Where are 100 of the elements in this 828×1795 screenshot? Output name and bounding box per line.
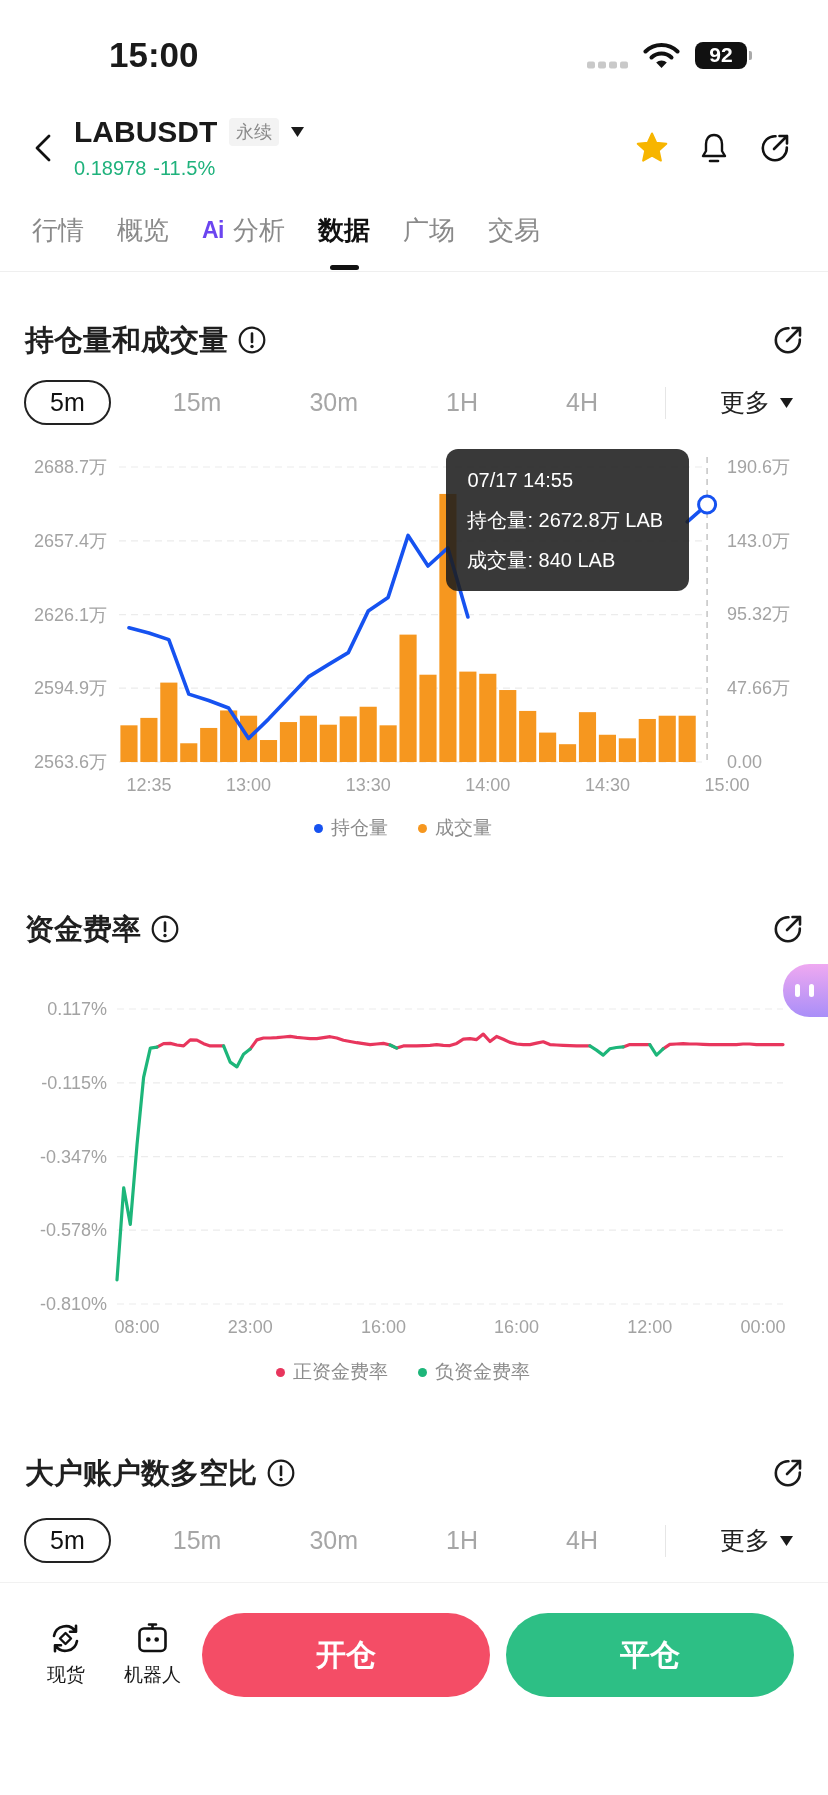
chart-bar	[379, 725, 397, 762]
change-text: -11.5%	[153, 155, 216, 180]
y-axis-label: 0.117%	[47, 999, 107, 1019]
chart-bar	[120, 725, 138, 762]
legend-label: 持仓量	[331, 816, 388, 840]
y-axis-label: 0.00	[727, 752, 763, 772]
chart-bar	[319, 724, 337, 762]
tooltip-time: 07/17 14:55	[467, 468, 575, 493]
y-axis-label: 2657.4万	[33, 530, 107, 551]
chart-bar	[618, 738, 636, 762]
timeframe-option[interactable]: 4H	[540, 380, 624, 425]
y-axis-label: -0.347%	[39, 1146, 107, 1167]
chart-bar	[519, 710, 537, 762]
tab[interactable]: 行情	[32, 195, 84, 271]
back-icon[interactable]	[34, 132, 52, 163]
star-icon[interactable]	[636, 132, 668, 163]
wifi-icon	[643, 41, 680, 69]
timeframe-option[interactable]: 30m	[283, 380, 384, 425]
close-position-button[interactable]: 平仓	[506, 1613, 794, 1697]
symbol-title: LABUSDT	[74, 115, 218, 148]
x-axis-label: 23:00	[227, 1317, 273, 1337]
cellular-signal-icon	[587, 61, 628, 69]
tooltip-value: 持仓量: 2672.8万 LAB	[467, 508, 664, 533]
timeframe-option[interactable]: 5m	[24, 380, 111, 425]
y-axis-label: -0.115%	[41, 1072, 107, 1093]
share-icon[interactable]	[773, 1458, 803, 1488]
y-axis-label: 190.6万	[727, 457, 791, 477]
y-axis-label: 2626.1万	[33, 604, 107, 625]
y-axis-label: -0.810%	[39, 1294, 107, 1314]
info-icon[interactable]	[151, 915, 179, 943]
legend-label: 成交量	[435, 816, 492, 840]
chart-bar	[200, 727, 218, 762]
x-axis-label: 16:00	[494, 1317, 540, 1337]
status-time: 15:00	[109, 35, 199, 75]
x-axis-label: 16:00	[360, 1317, 406, 1337]
y-axis-label: 2594.9万	[33, 678, 107, 699]
x-axis-label: 12:35	[126, 775, 172, 795]
y-axis-label: 2688.7万	[33, 457, 107, 477]
open-position-button[interactable]: 开仓	[202, 1613, 490, 1697]
timeframe-option[interactable]: 5m	[24, 1518, 111, 1563]
bell-icon[interactable]	[699, 131, 729, 164]
chart-bar	[678, 715, 696, 762]
x-axis-label: 08:00	[114, 1317, 160, 1337]
chart-bar	[299, 715, 317, 762]
y-axis-label: 143.0万	[727, 530, 791, 551]
y-axis-label: 95.32万	[727, 604, 791, 625]
x-axis-label: 14:30	[584, 775, 630, 795]
share-icon[interactable]	[760, 132, 790, 163]
chart-bar	[359, 706, 377, 762]
dots-icon	[795, 984, 814, 997]
more-dropdown[interactable]: 更多	[720, 386, 793, 419]
x-axis-label: 13:00	[226, 775, 272, 795]
chart-bar	[658, 715, 676, 762]
chart-bar	[539, 732, 557, 762]
tab[interactable]: 广场	[403, 195, 455, 271]
chart-bar	[638, 718, 656, 762]
x-axis-label: 14:00	[465, 775, 511, 795]
chart-bar	[140, 717, 158, 762]
x-axis-label: 13:30	[345, 775, 391, 795]
share-icon[interactable]	[773, 914, 803, 944]
ai-mark: Ai	[202, 216, 224, 245]
timeframe-option[interactable]: 15m	[146, 380, 248, 425]
y-axis-label: 2563.6万	[33, 752, 107, 772]
timeframe-option[interactable]: 4H	[540, 1518, 624, 1563]
tab-indicator	[329, 265, 359, 270]
section-title: 大户账户数多空比	[25, 1456, 257, 1491]
timeframe-option[interactable]: 1H	[420, 1518, 504, 1563]
section-title: 资金费率	[25, 912, 141, 947]
tab[interactable]: 概览	[117, 195, 169, 271]
x-axis-label: 00:00	[740, 1317, 786, 1337]
tab[interactable]: 数据	[318, 195, 370, 271]
chart-bar	[339, 716, 357, 762]
more-dropdown[interactable]: 更多	[720, 1524, 793, 1557]
chart-bar	[180, 743, 198, 762]
timeframe-option[interactable]: 15m	[146, 1518, 248, 1563]
point-marker	[697, 494, 718, 515]
x-axis-label: 15:00	[704, 775, 750, 795]
timeframe-option[interactable]: 30m	[283, 1518, 384, 1563]
contract-type-badge: 永续	[229, 117, 280, 146]
spot-button[interactable]: 现货	[38, 1613, 94, 1687]
tab[interactable]: 交易	[488, 195, 540, 271]
chart-bar	[220, 710, 238, 762]
y-axis-label: -0.578%	[39, 1220, 107, 1241]
assistant-bubble-button[interactable]	[783, 964, 828, 1017]
y-axis-label: 47.66万	[727, 678, 791, 699]
caret-icon	[780, 1535, 793, 1546]
legend-label: 负资金费率	[435, 1360, 530, 1384]
legend-label: 正资金费率	[293, 1360, 388, 1384]
share-icon[interactable]	[773, 325, 803, 355]
robot-button[interactable]: 机器人	[118, 1613, 186, 1687]
timeframe-option[interactable]: 1H	[420, 380, 504, 425]
caret-icon[interactable]	[291, 126, 305, 137]
tab[interactable]: Ai 分析	[202, 195, 285, 271]
x-axis-label: 12:00	[627, 1317, 673, 1337]
info-icon[interactable]	[267, 1459, 295, 1487]
section-title: 持仓量和成交量	[25, 323, 228, 358]
info-icon[interactable]	[238, 326, 266, 354]
battery-percent: 92	[695, 41, 747, 69]
caret-icon	[780, 397, 793, 408]
robot-icon	[135, 1622, 169, 1655]
